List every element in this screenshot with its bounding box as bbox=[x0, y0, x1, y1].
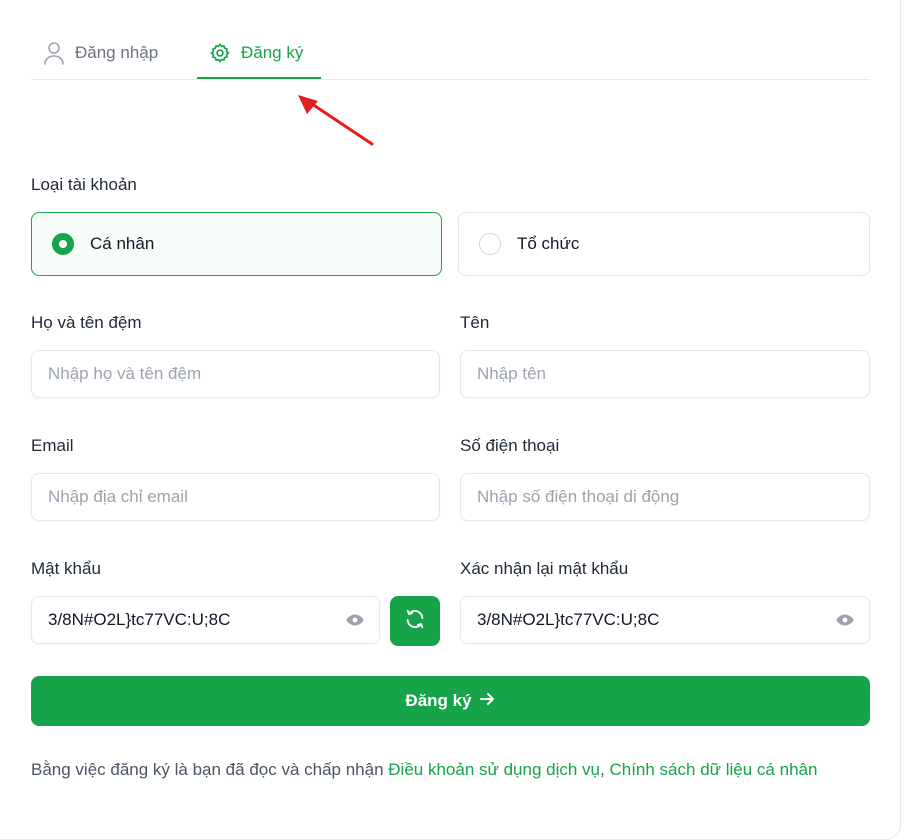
gear-icon bbox=[209, 42, 231, 64]
auth-tabs: Đăng nhập Đăng ký bbox=[31, 28, 870, 80]
confirm-password-input[interactable]: 3/8N#O2L}tc77VC:U;8C bbox=[460, 596, 870, 644]
radio-organization[interactable] bbox=[479, 233, 501, 255]
register-submit-label: Đăng ký bbox=[405, 691, 472, 710]
email-placeholder: Nhập địa chỉ email bbox=[48, 487, 188, 506]
tab-register-label: Đăng ký bbox=[241, 42, 304, 62]
last-name-label: Họ và tên đệm bbox=[31, 313, 142, 332]
account-type-personal-label: Cá nhân bbox=[90, 234, 155, 253]
phone-placeholder: Nhập số điện thoại di động bbox=[477, 487, 680, 506]
confirm-password-label: Xác nhận lại mật khẩu bbox=[460, 559, 629, 578]
email-input[interactable]: Nhập địa chỉ email bbox=[31, 473, 440, 521]
terms-of-service-link[interactable]: Điều khoản sử dụng dịch vụ bbox=[388, 760, 600, 779]
confirm-password-value: 3/8N#O2L}tc77VC:U;8C bbox=[477, 610, 660, 629]
phone-label: Số điện thoại bbox=[460, 436, 560, 455]
user-icon bbox=[43, 41, 65, 65]
account-type-personal[interactable]: Cá nhân bbox=[31, 212, 442, 276]
tab-login-label: Đăng nhập bbox=[75, 43, 159, 62]
first-name-input[interactable]: Nhập tên bbox=[460, 350, 870, 398]
password-input[interactable]: 3/8N#O2L}tc77VC:U;8C bbox=[31, 596, 380, 644]
tab-register[interactable]: Đăng ký bbox=[197, 28, 321, 79]
arrow-right-icon bbox=[478, 690, 496, 713]
account-type-organization[interactable]: Tổ chức bbox=[458, 212, 870, 276]
password-label: Mật khẩu bbox=[31, 559, 101, 578]
terms-text: Bằng việc đăng ký là bạn đã đọc và chấp … bbox=[31, 757, 871, 783]
privacy-policy-link[interactable]: Chính sách dữ liệu cá nhân bbox=[609, 760, 817, 779]
last-name-placeholder: Nhập họ và tên đệm bbox=[48, 364, 202, 383]
radio-personal[interactable] bbox=[52, 233, 74, 255]
first-name-label: Tên bbox=[460, 313, 490, 332]
annotation-arrow-icon bbox=[298, 95, 374, 146]
account-type-organization-label: Tổ chức bbox=[517, 234, 580, 253]
tab-login[interactable]: Đăng nhập bbox=[43, 28, 158, 78]
first-name-placeholder: Nhập tên bbox=[477, 364, 546, 383]
eye-icon[interactable] bbox=[345, 610, 365, 630]
eye-icon[interactable] bbox=[835, 610, 855, 630]
refresh-icon bbox=[404, 608, 426, 635]
terms-prefix: Bằng việc đăng ký là bạn đã đọc và chấp … bbox=[31, 760, 389, 779]
account-type-label: Loại tài khoản bbox=[31, 175, 137, 194]
password-value: 3/8N#O2L}tc77VC:U;8C bbox=[48, 610, 231, 629]
register-submit-button[interactable]: Đăng ký bbox=[31, 676, 870, 726]
phone-input[interactable]: Nhập số điện thoại di động bbox=[460, 473, 870, 521]
last-name-input[interactable]: Nhập họ và tên đệm bbox=[31, 350, 440, 398]
email-label: Email bbox=[31, 436, 74, 455]
regenerate-password-button[interactable] bbox=[390, 596, 440, 646]
